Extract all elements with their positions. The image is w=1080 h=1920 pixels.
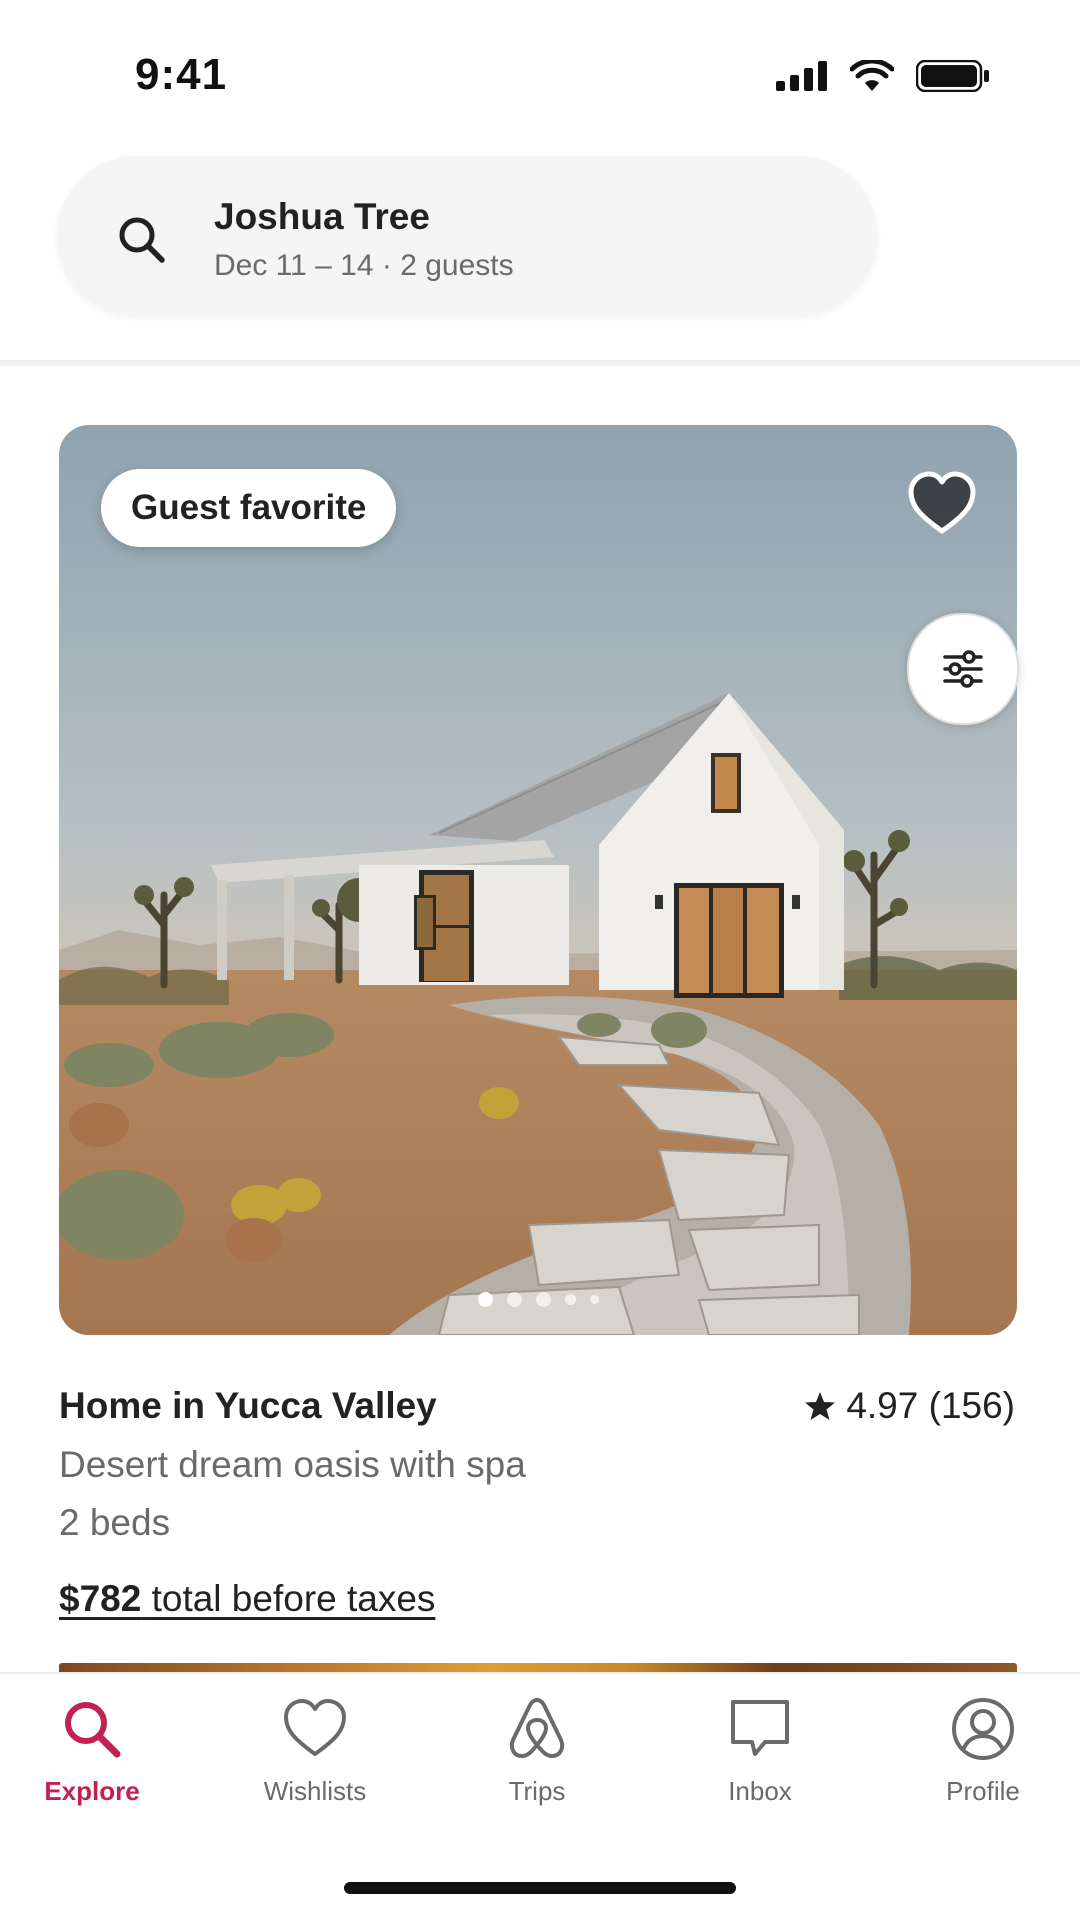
signal-icon (776, 61, 827, 91)
bottom-nav: Explore Wishlists Trips Inbox Profile (0, 1672, 1080, 1920)
pagination-dot (564, 1294, 576, 1305)
profile-icon (952, 1698, 1014, 1760)
nav-label-explore: Explore (44, 1776, 140, 1806)
pagination-dot (589, 1295, 599, 1304)
listing-title[interactable]: Home in Yucca Valley (59, 1385, 437, 1427)
search-details: Dec 11 – 14 · 2 guests (214, 249, 514, 282)
nav-label-wishlists: Wishlists (263, 1776, 367, 1806)
search-bar[interactable]: Joshua Tree Dec 11 – 14 · 2 guests (57, 156, 877, 316)
guest-favorite-badge: Guest favorite (101, 469, 397, 547)
status-icons (776, 60, 990, 92)
nav-label-trips: Trips (508, 1776, 566, 1806)
nav-label-inbox: Inbox (728, 1776, 792, 1806)
search-icon (65, 1702, 121, 1758)
listing-price[interactable]: $782 total before taxes (59, 1578, 435, 1620)
pagination-dot (506, 1292, 522, 1307)
battery-icon (916, 60, 989, 92)
rating-value: 4.97 (156) (846, 1385, 1015, 1426)
status-bar: 9:41 (0, 0, 1080, 150)
listing-photo[interactable]: Guest favorite (59, 425, 1017, 1335)
nav-label-profile: Profile (946, 1776, 1020, 1806)
airbnb-logo-icon (509, 1698, 565, 1758)
nav-explore[interactable]: Explore (2, 1694, 182, 1807)
price-amount: $782 (59, 1578, 142, 1619)
heart-icon[interactable] (905, 467, 979, 541)
status-time: 9:41 (135, 50, 228, 99)
listing-image (59, 425, 1017, 1335)
pagination-dot (477, 1292, 493, 1307)
nav-inbox[interactable]: Inbox (670, 1694, 850, 1807)
star-icon (805, 1392, 836, 1420)
photo-pagination-dots (59, 1292, 1017, 1307)
message-icon (731, 1700, 789, 1756)
heart-outline-icon (284, 1699, 346, 1756)
sliders-icon (943, 650, 983, 688)
search-section: Joshua Tree Dec 11 – 14 · 2 guests (0, 150, 1080, 366)
home-indicator[interactable] (344, 1882, 736, 1894)
nav-profile[interactable]: Profile (893, 1694, 1073, 1807)
pagination-dot (535, 1292, 551, 1307)
search-icon (119, 217, 165, 263)
filter-button[interactable] (907, 613, 1019, 725)
nav-wishlists[interactable]: Wishlists (225, 1694, 405, 1807)
listing-description: Desert dream oasis with spa (59, 1444, 526, 1485)
wifi-icon (850, 60, 894, 91)
search-location: Joshua Tree (214, 196, 430, 237)
nav-trips[interactable]: Trips (447, 1694, 627, 1807)
listing-beds: 2 beds (59, 1502, 171, 1543)
app-screen: 9:41 Joshua Tree Dec 11 – 14 · 2 guests … (0, 0, 1080, 1920)
price-suffix: total before taxes (151, 1578, 436, 1619)
listing-rating: 4.97 (156) (804, 1385, 1015, 1427)
